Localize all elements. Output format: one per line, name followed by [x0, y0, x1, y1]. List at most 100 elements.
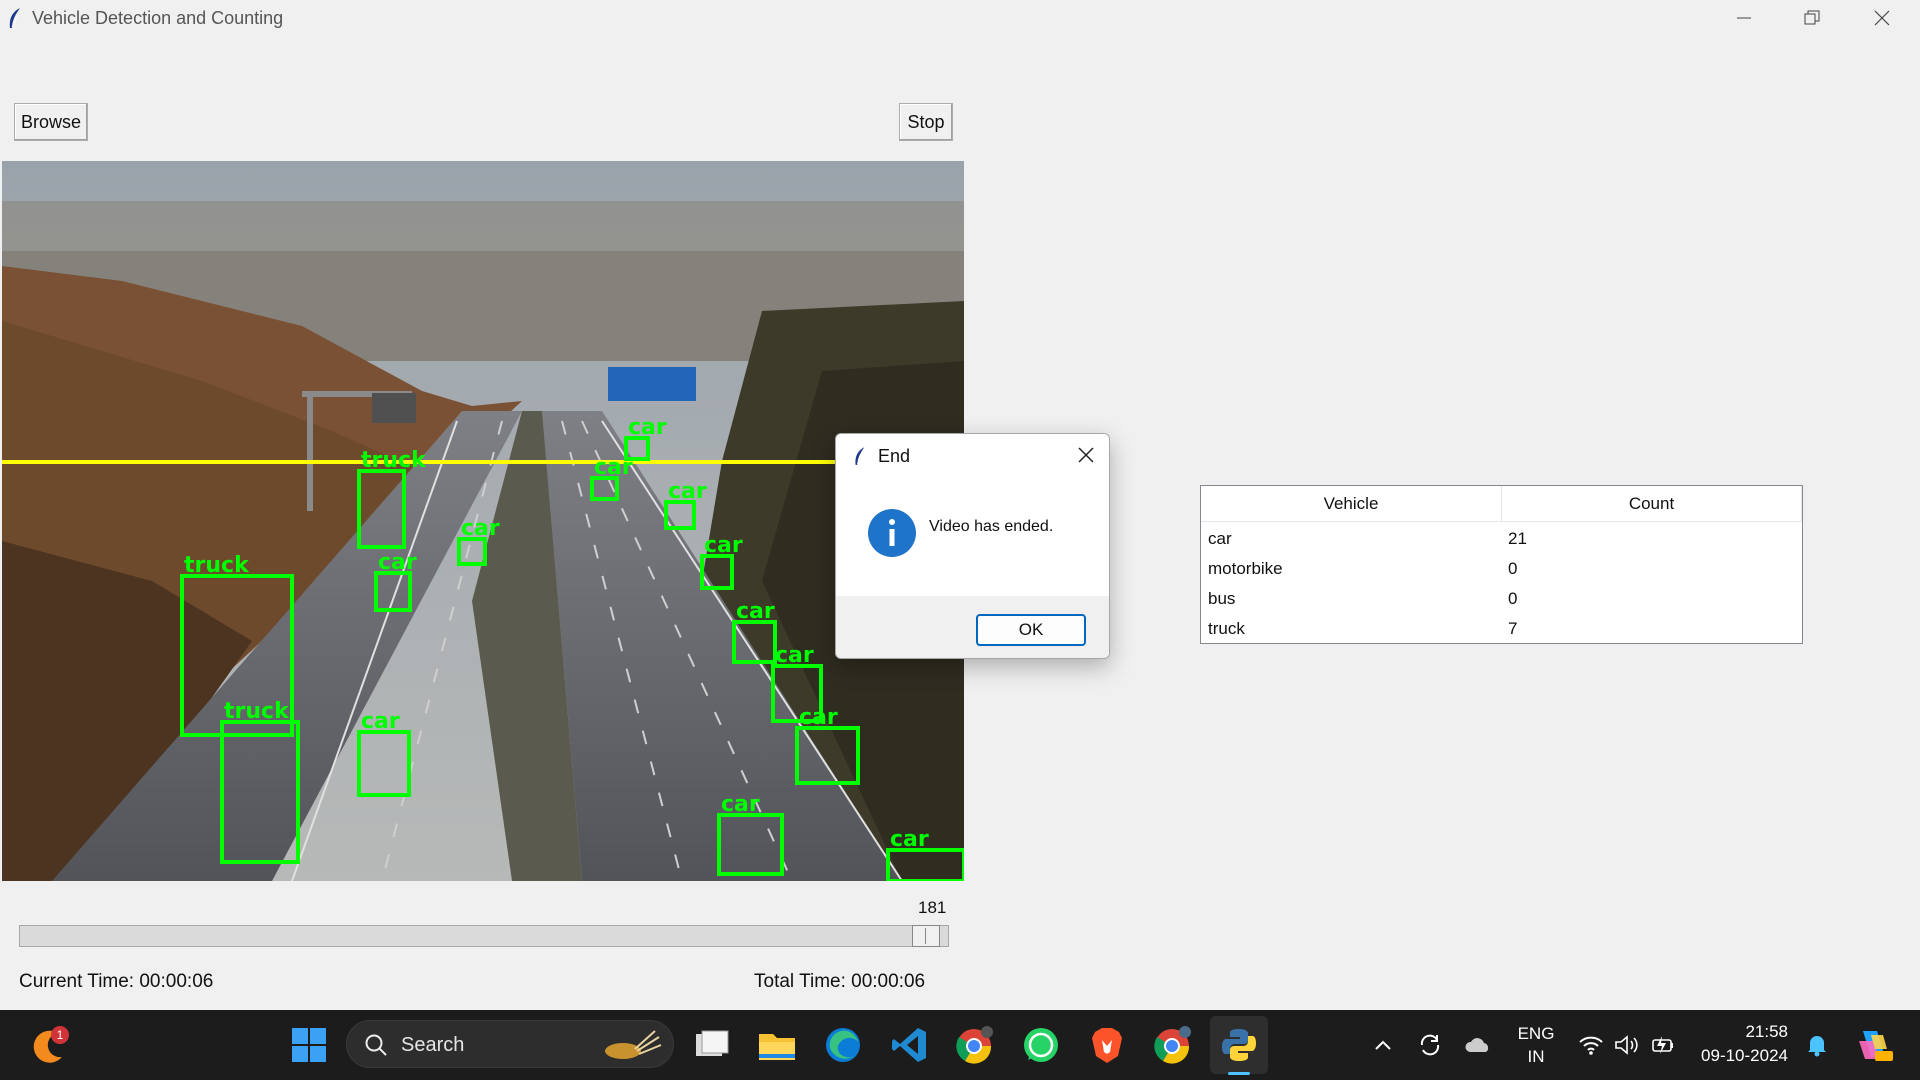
count-table: Vehicle Count car 21 motorbike 0 bus 0 t…	[1200, 485, 1803, 644]
dialog-close-icon[interactable]	[1077, 446, 1095, 464]
bell-icon	[1808, 1036, 1826, 1057]
dialog-title: End	[878, 446, 911, 466]
language-indicator[interactable]: ENG IN	[1514, 1022, 1558, 1068]
restore-button[interactable]	[1778, 0, 1848, 36]
detection-label: car	[775, 643, 814, 668]
info-icon	[868, 509, 916, 557]
notification-badge: 1	[57, 1028, 64, 1042]
copilot-button[interactable]	[1852, 1010, 1896, 1080]
moon-icon: 1	[33, 1026, 69, 1063]
detection-label: truck	[361, 448, 427, 473]
chrome-profile-icon	[1154, 1026, 1191, 1064]
brave-button[interactable]	[1082, 1010, 1132, 1080]
detection-label: car	[799, 705, 838, 730]
row-vehicle-cell: motorbike	[1208, 559, 1283, 578]
start-button[interactable]	[284, 1010, 334, 1080]
chrome-icon	[956, 1026, 993, 1064]
row-vehicle-cell: bus	[1208, 589, 1236, 608]
dialog-title-bar: End	[836, 434, 1109, 478]
weather-widget[interactable]: 1	[20, 1010, 80, 1080]
python-icon	[1222, 1029, 1256, 1061]
clock-date: 09-10-2024	[1701, 1046, 1788, 1065]
row-count-cell: 7	[1508, 619, 1518, 638]
row-count-cell: 21	[1508, 529, 1527, 548]
column-header-vehicle[interactable]: Vehicle	[1201, 486, 1502, 522]
onedrive-tray-button[interactable]	[1462, 1010, 1494, 1080]
title-bar: Vehicle Detection and Counting	[0, 0, 1920, 36]
row-vehicle-cell: car	[1208, 529, 1232, 548]
ok-button[interactable]: OK	[976, 614, 1086, 646]
task-view-button[interactable]	[686, 1010, 736, 1080]
chrome-profile-button[interactable]	[1148, 1010, 1198, 1080]
vscode-button[interactable]	[884, 1010, 934, 1080]
wifi-tray-button[interactable]	[1576, 1010, 1606, 1080]
copilot-icon	[1859, 1031, 1893, 1061]
main-window: Vehicle Detection and Counting Browse St…	[0, 0, 1920, 1010]
search-highlight-icon	[605, 1030, 662, 1059]
row-count-cell: 0	[1508, 559, 1518, 578]
seek-slider-thumb[interactable]	[911, 925, 940, 947]
taskbar-search[interactable]: Search	[346, 1020, 674, 1068]
start-icon	[292, 1028, 326, 1062]
detection-label: car	[721, 792, 760, 817]
edge-icon	[826, 1028, 860, 1062]
detection-label: truck	[224, 699, 290, 724]
minimize-icon	[1737, 17, 1751, 19]
chrome-button[interactable]	[950, 1010, 1000, 1080]
clock-time: 21:58	[1745, 1022, 1788, 1041]
detection-label: car	[461, 516, 500, 541]
tk-feather-icon	[9, 8, 22, 28]
edge-button[interactable]	[818, 1010, 868, 1080]
detection-label: truck	[184, 553, 250, 578]
detection-label: car	[594, 455, 633, 480]
video-canvas: carcarcartruckcarcartruckcarcartruckcarc…	[2, 161, 964, 881]
search-icon	[365, 1034, 387, 1056]
battery-charging-icon	[1652, 1036, 1673, 1054]
stop-button[interactable]: Stop	[899, 103, 953, 141]
wifi-icon	[1579, 1036, 1603, 1055]
detection-label: car	[668, 479, 707, 504]
sync-icon	[1420, 1034, 1440, 1056]
video-frame: car car car truck car car truck car car truck car c…	[2, 161, 964, 881]
python-button[interactable]	[1210, 1016, 1268, 1074]
sync-tray-button[interactable]	[1414, 1010, 1446, 1080]
volume-tray-button[interactable]	[1612, 1010, 1642, 1080]
detection-label: car	[704, 533, 743, 558]
close-button[interactable]	[1848, 0, 1918, 36]
tk-feather-icon	[855, 447, 866, 465]
whatsapp-icon	[1024, 1028, 1058, 1062]
close-icon	[1874, 10, 1890, 26]
vscode-icon	[892, 1028, 926, 1062]
seek-slider-track[interactable]	[19, 925, 949, 947]
dialog-body	[836, 478, 1109, 596]
notifications-button[interactable]	[1802, 1010, 1832, 1080]
detection-label: car	[628, 415, 667, 440]
row-count-cell: 0	[1508, 589, 1518, 608]
column-header-count[interactable]: Count	[1502, 486, 1802, 522]
browse-button[interactable]: Browse	[14, 103, 88, 141]
current-time: Current Time: 00:00:06	[19, 971, 214, 992]
active-indicator	[1228, 1072, 1250, 1075]
task-view-icon	[696, 1030, 729, 1056]
row-vehicle-cell: truck	[1208, 619, 1245, 638]
detection-label: car	[890, 827, 929, 852]
clock[interactable]: 21:58 09-10-2024	[1700, 1020, 1788, 1068]
restore-icon	[1804, 10, 1820, 25]
minimize-button[interactable]	[1710, 0, 1780, 36]
detection-label: car	[378, 550, 417, 575]
highway-sign	[608, 367, 696, 401]
language-code: ENG	[1517, 1024, 1555, 1043]
search-label: Search	[401, 1034, 465, 1056]
detection-label: car	[361, 709, 400, 734]
detection-label: car	[736, 599, 775, 624]
cloud-icon	[1465, 1038, 1489, 1052]
tray-overflow-button[interactable]	[1368, 1010, 1398, 1080]
chevron-up-icon	[1375, 1040, 1391, 1050]
whatsapp-button[interactable]	[1016, 1010, 1066, 1080]
dialog-message: Video has ended.	[929, 518, 1054, 535]
total-time: Total Time: 00:00:06	[754, 971, 926, 992]
file-explorer-icon	[759, 1034, 795, 1060]
battery-tray-button[interactable]	[1648, 1010, 1678, 1080]
region-code: IN	[1527, 1047, 1545, 1066]
file-explorer-button[interactable]	[752, 1010, 802, 1080]
